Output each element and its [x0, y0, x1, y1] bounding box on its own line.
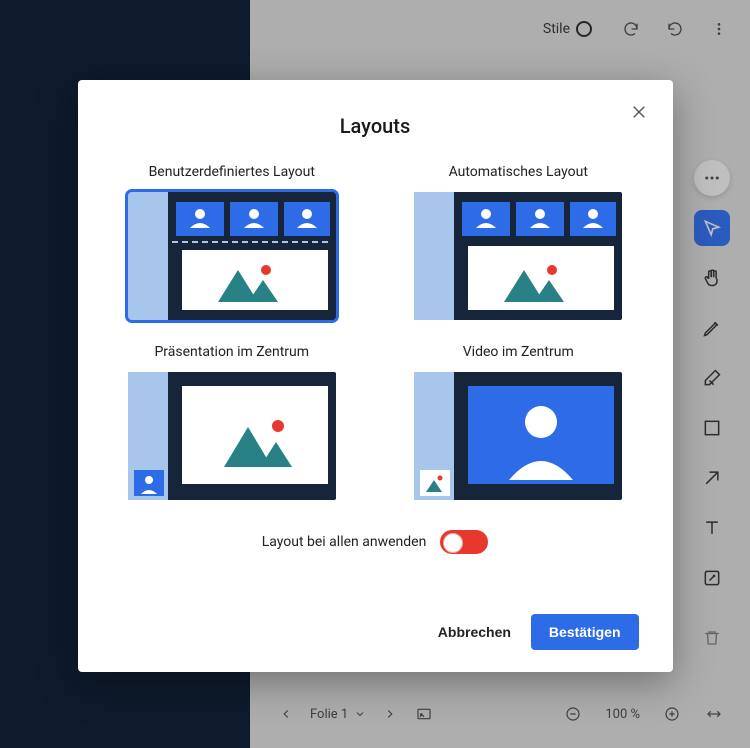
- apply-all-toggle[interactable]: [440, 530, 488, 554]
- layout-video-thumb: [414, 372, 622, 500]
- layout-option-automatic[interactable]: [414, 192, 622, 320]
- layout-automatic-thumb: [414, 192, 622, 320]
- layout-option-label: Präsentation im Zentrum: [154, 344, 309, 360]
- layout-option-label: Automatisches Layout: [449, 164, 588, 180]
- layout-option-label: Benutzerdefiniertes Layout: [149, 164, 315, 180]
- close-button[interactable]: [625, 98, 653, 126]
- layout-option-label: Video im Zentrum: [463, 344, 574, 360]
- layouts-modal: Layouts Benutzerdefiniertes Layout: [78, 80, 673, 672]
- confirm-button[interactable]: Bestätigen: [531, 614, 639, 650]
- layout-custom-thumb: [128, 192, 336, 320]
- layout-option-video-center[interactable]: [414, 372, 622, 500]
- apply-all-label: Layout bei allen anwenden: [262, 534, 427, 550]
- layout-presentation-thumb: [128, 372, 336, 500]
- layout-option-presentation-center[interactable]: [128, 372, 336, 500]
- modal-title: Layouts: [112, 114, 639, 138]
- close-icon: [630, 103, 648, 121]
- layout-option-custom[interactable]: [128, 192, 336, 320]
- cancel-button[interactable]: Abbrechen: [432, 614, 517, 650]
